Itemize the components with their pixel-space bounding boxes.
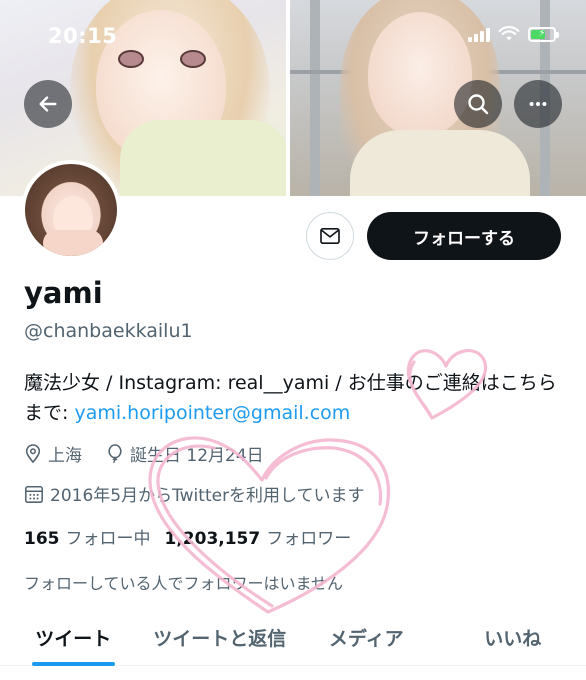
profile-birthday: 誕生日 12月24日 bbox=[130, 446, 264, 466]
status-time: 20:15 bbox=[48, 24, 118, 48]
avatar[interactable] bbox=[21, 160, 121, 260]
envelope-icon bbox=[320, 227, 340, 245]
balloon-icon bbox=[108, 443, 122, 463]
profile-meta-row: 上海 誕生日 12月24日 bbox=[24, 441, 282, 466]
arrow-left-icon bbox=[39, 96, 57, 112]
back-button[interactable] bbox=[24, 80, 72, 128]
more-dots-icon bbox=[529, 101, 547, 107]
cellular-signal-icon bbox=[468, 26, 490, 42]
profile-joined-row: 2016年5月からTwitterを利用しています bbox=[24, 481, 383, 506]
tab-media[interactable]: メディア bbox=[293, 610, 440, 665]
profile-location: 上海 bbox=[48, 446, 82, 466]
followers-link[interactable]: 1,203,157 フォロワー bbox=[165, 524, 352, 549]
profile-bio: 魔法少女 / Instagram: real__yami / お仕事のご連絡はこ… bbox=[24, 368, 572, 428]
calendar-icon bbox=[25, 485, 43, 503]
user-handle: @chanbaekkailu1 bbox=[24, 320, 193, 342]
following-label: フォロー中 bbox=[65, 529, 151, 549]
wifi-icon bbox=[498, 26, 520, 41]
search-icon bbox=[468, 94, 489, 115]
battery-charging-icon: ⚡ bbox=[528, 26, 559, 42]
following-count: 165 bbox=[24, 529, 60, 549]
search-button[interactable] bbox=[454, 80, 502, 128]
message-button[interactable] bbox=[306, 212, 354, 260]
profile-joined: 2016年5月からTwitterを利用しています bbox=[50, 486, 365, 506]
bio-email-link[interactable]: yami.horipointer@gmail.com bbox=[74, 402, 350, 424]
display-name: yami bbox=[24, 276, 103, 310]
follow-button[interactable]: フォローする bbox=[367, 212, 561, 260]
follow-counts: 165 フォロー中 1,203,157 フォロワー bbox=[24, 524, 351, 549]
tab-likes[interactable]: いいね bbox=[440, 610, 586, 665]
profile-tabs: ツイート ツイートと返信 メディア いいね bbox=[0, 610, 586, 666]
followers-label: フォロワー bbox=[266, 529, 352, 549]
followers-count: 1,203,157 bbox=[164, 529, 261, 549]
status-icons: ⚡ bbox=[468, 26, 559, 42]
location-pin-icon bbox=[25, 443, 41, 463]
following-link[interactable]: 165 フォロー中 bbox=[24, 524, 151, 549]
mutual-followers-note: フォローしている人でフォロワーはいません bbox=[24, 574, 344, 593]
tab-tweets-and-replies[interactable]: ツイートと返信 bbox=[147, 610, 294, 665]
more-button[interactable] bbox=[514, 80, 562, 128]
tab-tweets[interactable]: ツイート bbox=[0, 610, 147, 666]
